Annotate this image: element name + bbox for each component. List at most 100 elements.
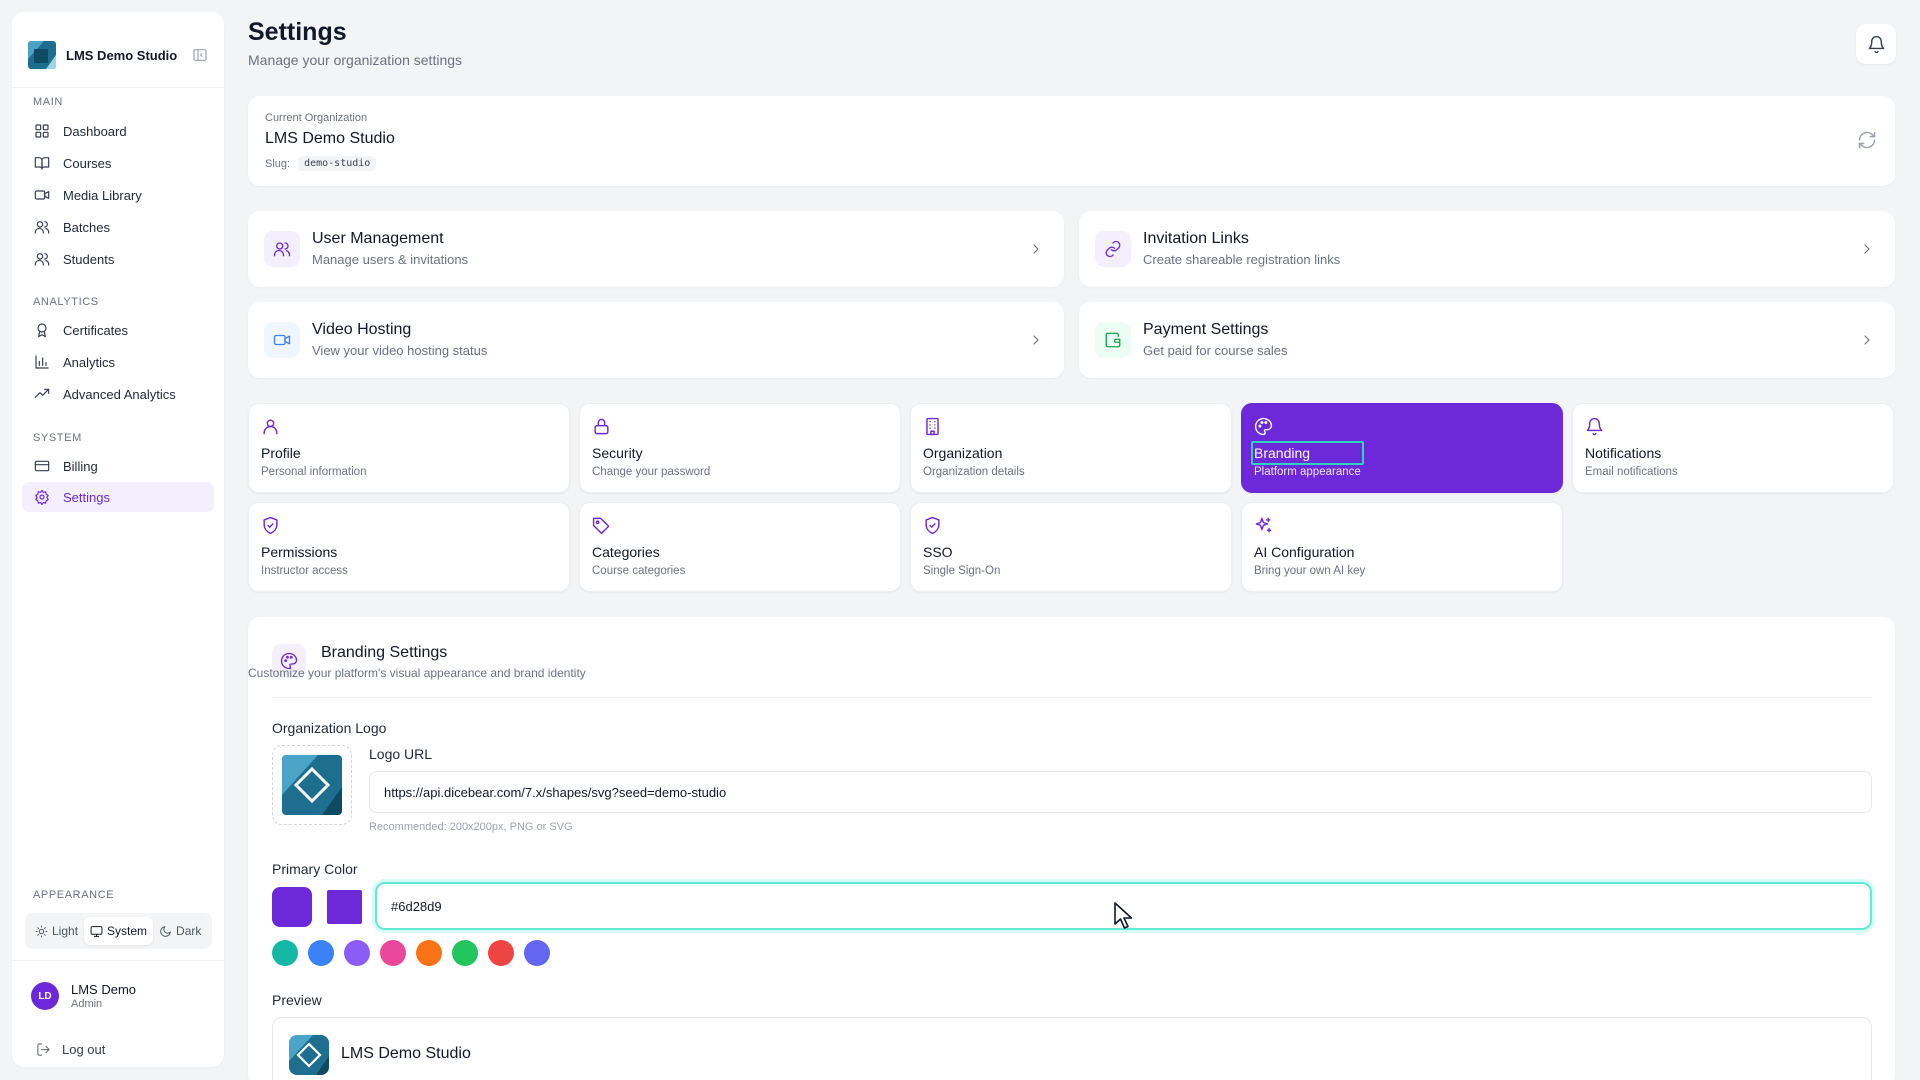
tag-icon bbox=[592, 516, 611, 535]
primary-color-swatch bbox=[272, 887, 312, 927]
preset-color-indigo[interactable] bbox=[524, 940, 550, 966]
sun-icon bbox=[35, 925, 48, 938]
users-icon bbox=[34, 219, 50, 235]
logout-button[interactable]: Log out bbox=[36, 1042, 105, 1057]
logo-preview[interactable] bbox=[272, 745, 352, 825]
quick-link-payment-settings[interactable]: Payment Settings Get paid for course sal… bbox=[1079, 302, 1895, 378]
preset-color-red[interactable] bbox=[488, 940, 514, 966]
preset-color-blue[interactable] bbox=[308, 940, 334, 966]
tab-permissions[interactable]: Permissions Instructor access bbox=[248, 502, 570, 592]
preview-label: Preview bbox=[272, 992, 322, 1008]
tab-sso[interactable]: SSO Single Sign-On bbox=[910, 502, 1232, 592]
quick-link-subtitle: View your video hosting status bbox=[312, 343, 488, 358]
branding-divider bbox=[272, 697, 1871, 698]
sidebar-item-label: Analytics bbox=[63, 354, 116, 370]
moon-icon bbox=[159, 925, 172, 938]
logo-url-input[interactable]: https://api.dicebear.com/7.x/shapes/svg?… bbox=[369, 771, 1872, 813]
quick-link-user-management[interactable]: User Management Manage users & invitatio… bbox=[248, 211, 1064, 287]
org-name: LMS Demo Studio bbox=[265, 130, 395, 147]
tab-categories[interactable]: Categories Course categories bbox=[579, 502, 901, 592]
user-profile[interactable]: LD LMS Demo Admin bbox=[31, 982, 136, 1010]
tab-branding[interactable]: Branding Platform appearance bbox=[1241, 403, 1563, 493]
brand[interactable]: LMS Demo Studio bbox=[28, 28, 208, 82]
brand-name: LMS Demo Studio bbox=[66, 47, 178, 63]
quick-link-invitation-links[interactable]: Invitation Links Create shareable regist… bbox=[1079, 211, 1895, 287]
notifications-button[interactable] bbox=[1856, 24, 1896, 64]
branding-settings-panel: Branding Settings Customize your platfor… bbox=[248, 617, 1895, 1080]
sidebar-item-settings[interactable]: Settings bbox=[22, 482, 214, 512]
tab-subtitle: Course categories bbox=[592, 565, 686, 577]
sidebar-item-label: Certificates bbox=[63, 322, 129, 338]
sidebar-item-certificates[interactable]: Certificates bbox=[22, 315, 214, 345]
sidebar-item-courses[interactable]: Courses bbox=[22, 148, 214, 178]
sidebar-item-batches[interactable]: Batches bbox=[22, 212, 214, 242]
monitor-icon bbox=[90, 925, 103, 938]
quick-link-title: User Management bbox=[312, 230, 444, 247]
tab-title: Notifications bbox=[1585, 445, 1662, 461]
theme-option-label: Dark bbox=[176, 924, 202, 938]
preview-org-name: LMS Demo Studio bbox=[341, 1045, 471, 1062]
sidebar-item-analytics[interactable]: Analytics bbox=[22, 347, 214, 377]
preview-logo bbox=[289, 1035, 329, 1075]
preset-color-green[interactable] bbox=[452, 940, 478, 966]
tab-profile[interactable]: Profile Personal information bbox=[248, 403, 570, 493]
shield-check-icon bbox=[261, 516, 280, 535]
tab-organization[interactable]: Organization Organization details bbox=[910, 403, 1232, 493]
dashboard-icon bbox=[34, 123, 50, 139]
tab-security[interactable]: Security Change your password bbox=[579, 403, 901, 493]
tab-subtitle: Personal information bbox=[261, 466, 367, 478]
quick-link-icon-bg bbox=[1095, 322, 1131, 358]
sidebar-item-billing[interactable]: Billing bbox=[22, 451, 214, 481]
theme-option-system[interactable]: System bbox=[84, 917, 154, 945]
sidebar-item-media-library[interactable]: Media Library bbox=[22, 180, 214, 210]
tab-ai-configuration[interactable]: AI Configuration Bring your own AI key bbox=[1241, 502, 1563, 592]
sidebar-collapse-icon[interactable] bbox=[192, 47, 208, 63]
section-system-label: SYSTEM bbox=[33, 432, 82, 444]
quick-link-video-hosting[interactable]: Video Hosting View your video hosting st… bbox=[248, 302, 1064, 378]
sidebar-item-label: Students bbox=[63, 251, 115, 267]
sidebar-item-dashboard[interactable]: Dashboard bbox=[22, 116, 214, 146]
page-subtitle: Manage your organization settings bbox=[248, 52, 463, 68]
sidebar-item-label: Settings bbox=[63, 489, 110, 505]
slug-label: Slug: bbox=[265, 157, 291, 170]
quick-link-subtitle: Manage users & invitations bbox=[312, 252, 469, 267]
preset-color-teal[interactable] bbox=[272, 940, 298, 966]
page-title: Settings bbox=[248, 18, 347, 46]
users-icon bbox=[34, 251, 50, 267]
sidebar-item-label: Batches bbox=[63, 219, 110, 235]
preset-color-orange[interactable] bbox=[416, 940, 442, 966]
tab-title: Branding bbox=[1254, 445, 1311, 461]
credit-card-icon bbox=[34, 458, 50, 474]
award-icon bbox=[34, 322, 50, 338]
sidebar-item-students[interactable]: Students bbox=[22, 244, 214, 274]
quick-link-title: Invitation Links bbox=[1143, 230, 1249, 247]
theme-option-light[interactable]: Light bbox=[29, 917, 84, 945]
user-name: LMS Demo bbox=[71, 982, 137, 997]
refresh-icon[interactable] bbox=[1857, 130, 1877, 150]
tab-notifications[interactable]: Notifications Email notifications bbox=[1572, 403, 1894, 493]
logout-label: Log out bbox=[62, 1042, 106, 1057]
preset-color-violet[interactable] bbox=[344, 940, 370, 966]
tab-subtitle: Single Sign-On bbox=[923, 565, 1001, 577]
brand-logo bbox=[28, 41, 56, 69]
org-label: Current Organization bbox=[265, 112, 368, 124]
sidebar-item-advanced-analytics[interactable]: Advanced Analytics bbox=[22, 379, 214, 409]
sidebar: LMS Demo Studio MAIN Dashboard Courses M… bbox=[12, 12, 224, 1067]
chevron-right-icon bbox=[1028, 241, 1044, 257]
theme-switch: Light System Dark bbox=[25, 913, 212, 949]
current-organization-card: Current Organization LMS Demo Studio Slu… bbox=[248, 96, 1895, 186]
video-icon bbox=[34, 187, 50, 203]
chevron-right-icon bbox=[1859, 241, 1875, 257]
preset-color-pink[interactable] bbox=[380, 940, 406, 966]
tab-title: Profile bbox=[261, 445, 301, 461]
gear-icon bbox=[34, 489, 50, 505]
quick-link-subtitle: Get paid for course sales bbox=[1143, 343, 1288, 358]
color-picker[interactable] bbox=[327, 890, 362, 924]
sparkles-icon bbox=[1254, 516, 1273, 535]
book-open-icon bbox=[34, 155, 50, 171]
tab-title: AI Configuration bbox=[1254, 544, 1355, 560]
color-presets bbox=[272, 940, 560, 966]
theme-option-dark[interactable]: Dark bbox=[153, 917, 207, 945]
quick-link-icon-bg bbox=[1095, 231, 1131, 267]
sidebar-divider bbox=[12, 87, 224, 88]
